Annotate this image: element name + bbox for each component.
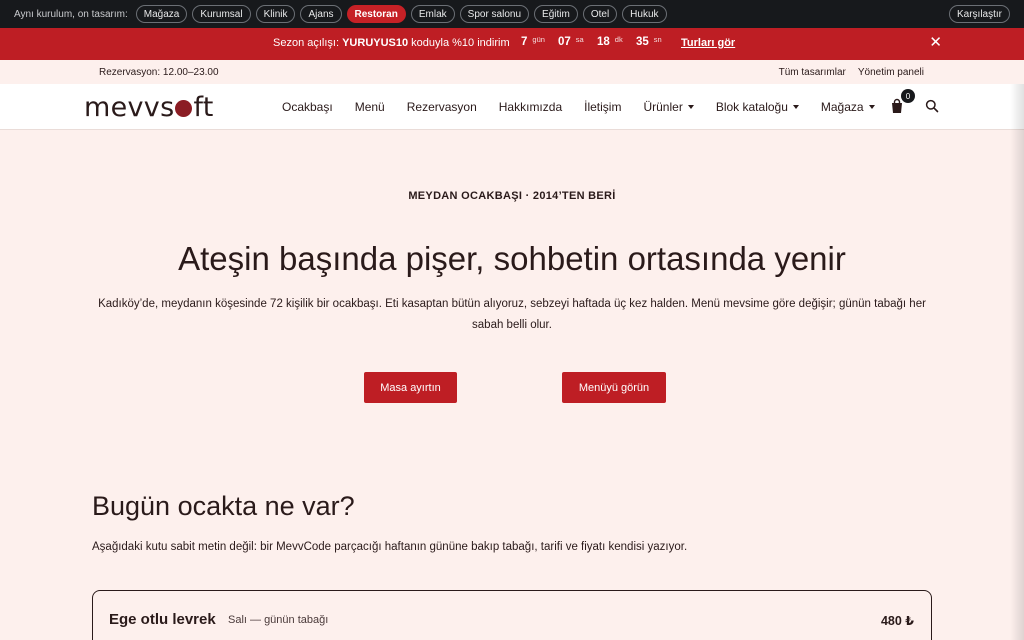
- nav-item-2[interactable]: Menü: [355, 100, 385, 114]
- caret-down-icon: [792, 105, 799, 109]
- promo-text: Sezon açılışı: YURUYUS10 koduyla %10 ind…: [273, 37, 510, 49]
- demo-pill-group: Mağaza Kurumsal Klinik Ajans Restoran Emlak Sp…: [135, 5, 667, 23]
- all-designs-link[interactable]: Tüm tasarımlar: [779, 67, 846, 78]
- reservation-hours: Rezervasyon: 12.00–23.00: [99, 67, 219, 78]
- countdown-days-value: 7: [521, 36, 528, 48]
- caret-down-icon: [868, 105, 875, 109]
- logo[interactable]: mevvs ft: [84, 92, 214, 123]
- promo-code: YURUYUS10: [342, 37, 409, 49]
- nav-item-label: Hakkımızda: [498, 100, 563, 114]
- countdown-hours: 07 sa: [558, 35, 584, 48]
- daily-section-title: Bugün ocakta ne var?: [92, 491, 355, 521]
- site-header: mevvs ft Ocakbaşı Menü Rezervasyon Hakkımızd…: [0, 84, 1024, 130]
- countdown-minutes-value: 18: [597, 36, 610, 48]
- hero-description: Kadıköy’de, meydanın köşesinde 72 kişili…: [98, 298, 926, 331]
- dish-name: Ege otlu levrek: [109, 611, 216, 628]
- cart-count-badge: 0: [901, 89, 915, 103]
- utility-links: Tüm tasarımlar Yönetim paneli: [779, 67, 924, 78]
- demo-switcher-label: Aynı kurulum, on tasarım:: [14, 8, 128, 20]
- demo-pill-2[interactable]: Kurumsal: [192, 5, 251, 23]
- demo-switcher-bar: Aynı kurulum, on tasarım: Mağaza Kurumsal…: [0, 0, 1024, 28]
- promo-banner: Sezon açılışı: YURUYUS10 koduyla %10 ind…: [0, 28, 1024, 60]
- nav-item-label: Rezervasyon: [406, 100, 477, 114]
- nav-item-1[interactable]: Ocakbaşı: [282, 100, 333, 114]
- view-menu-button[interactable]: Menüyü görün: [562, 372, 666, 403]
- caret-down-icon: [687, 105, 694, 109]
- nav-item-7[interactable]: Blok kataloğu: [716, 100, 799, 114]
- daily-section-description: Aşağıdaki kutu sabit metin değil: bir Me…: [92, 541, 688, 553]
- admin-panel-link[interactable]: Yönetim paneli: [858, 67, 924, 78]
- nav-item-3[interactable]: Rezervasyon: [407, 100, 477, 114]
- nav-item-6[interactable]: Ürünler: [643, 100, 694, 114]
- logo-dot-icon: [175, 100, 193, 117]
- demo-pill-9[interactable]: Otel: [582, 5, 618, 23]
- nav-item-5[interactable]: İletişim: [584, 100, 621, 114]
- search-icon[interactable]: [925, 99, 939, 113]
- utility-bar: Rezervasyon: 12.00–23.00 Tüm tasarımlar …: [0, 60, 1024, 84]
- nav-item-label: Blok kataloğu: [715, 100, 788, 114]
- demo-pill-10[interactable]: Hukuk: [622, 5, 667, 23]
- demo-pill-6[interactable]: Emlak: [410, 5, 455, 23]
- scroll-shadow: [1010, 84, 1024, 640]
- demo-pill-8[interactable]: Eğitim: [534, 5, 578, 23]
- dish-price: 480 ₺: [880, 614, 914, 628]
- nav-item-label: Ocakbaşı: [282, 100, 333, 114]
- nav-item-label: Mağaza: [820, 100, 864, 114]
- promo-text-before: Sezon açılışı:: [273, 37, 343, 49]
- countdown-days: 7 gün: [521, 35, 545, 48]
- daily-dish-card: Ege otlu levrek Salı — günün tabağı 480 …: [92, 590, 932, 640]
- compare-button[interactable]: Karşılaştır: [948, 5, 1010, 23]
- reserve-table-button[interactable]: Masa ayırtın: [364, 372, 457, 403]
- close-icon[interactable]: ✕: [929, 35, 942, 51]
- countdown-hours-unit: sa: [575, 35, 584, 44]
- countdown-minutes-unit: dk: [614, 35, 623, 44]
- countdown-hours-value: 07: [558, 36, 571, 48]
- demo-pill-1[interactable]: Mağaza: [135, 5, 188, 23]
- countdown-days-unit: gün: [532, 35, 545, 44]
- nav-item-label: İletişim: [584, 100, 622, 114]
- demo-pill-3[interactable]: Klinik: [255, 5, 296, 23]
- demo-pill-4[interactable]: Ajans: [300, 5, 342, 23]
- logo-text-right: ft: [193, 92, 214, 123]
- countdown-seconds-unit: sn: [653, 35, 662, 44]
- nav-item-label: Ürünler: [643, 100, 683, 114]
- tours-link[interactable]: Turları gör: [681, 37, 735, 49]
- main-nav: Ocakbaşı Menü Rezervasyon Hakkımızda İletişi…: [282, 100, 897, 114]
- countdown-seconds-value: 35: [636, 36, 649, 48]
- dish-subtitle: Salı — günün tabağı: [228, 614, 329, 626]
- hero-eyebrow: MEYDAN OCAKBAŞI · 2014’TEN BERİ: [408, 190, 616, 202]
- demo-pill-7[interactable]: Spor salonu: [459, 5, 530, 23]
- countdown-seconds: 35 sn: [636, 35, 662, 48]
- hero-title: Ateşin başında pişer, sohbetin ortasında…: [178, 240, 846, 277]
- nav-item-8[interactable]: Mağaza: [821, 100, 875, 114]
- promo-text-after: koduyla %10 indirim: [408, 37, 510, 49]
- countdown-minutes: 18 dk: [597, 35, 623, 48]
- logo-text-left: mevvs: [84, 92, 175, 123]
- demo-pill-5[interactable]: Restoran: [346, 5, 406, 23]
- nav-item-label: Menü: [354, 100, 385, 114]
- nav-item-4[interactable]: Hakkımızda: [499, 100, 562, 114]
